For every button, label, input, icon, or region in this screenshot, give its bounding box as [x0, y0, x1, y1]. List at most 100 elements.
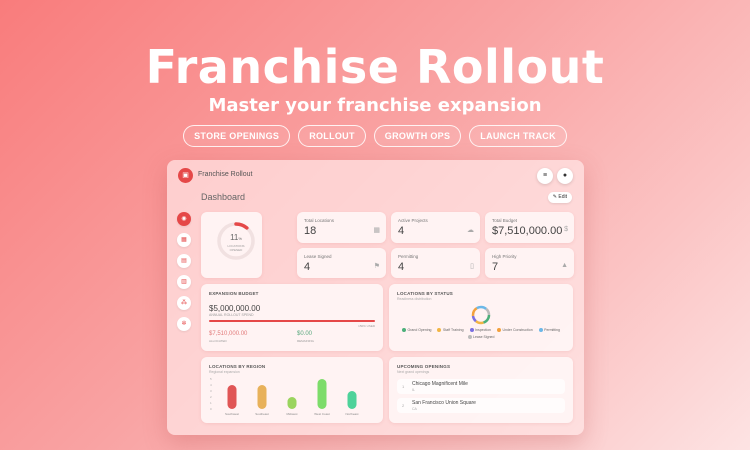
- stat-card-lease-signed: Lease Signed 4 ⚑: [297, 248, 386, 278]
- opening-meta: CA: [412, 407, 417, 411]
- sidebar-item-dashboard[interactable]: ◉: [177, 212, 191, 226]
- stat-value: $7,510,000.00: [492, 225, 563, 237]
- x-tick-label: Southwest: [225, 412, 239, 416]
- y-tick-label: 4: [210, 383, 212, 387]
- stat-value: 18: [304, 225, 317, 237]
- stat-value: 4: [398, 225, 405, 237]
- warning-icon: ▲: [561, 262, 568, 269]
- pill-growth-ops: GROWTH OPS: [373, 125, 462, 147]
- calendar-icon: ▦: [181, 237, 187, 243]
- y-tick-label: 0: [210, 407, 212, 411]
- opening-number: 2: [402, 403, 405, 408]
- feature-pills: STORE OPENINGS ROLLOUT GROWTH OPS LAUNCH…: [0, 125, 750, 147]
- x-tick-label: Southeast: [255, 412, 269, 416]
- stat-label: High Priority: [492, 254, 517, 259]
- sidebar: ◉ ▦ ▤ ▥ ⁂ ✲: [177, 212, 193, 338]
- bar: [317, 379, 327, 409]
- dashboard-icon: ◉: [181, 216, 187, 222]
- sidebar-item-calendar[interactable]: ▦: [177, 233, 191, 247]
- list-item[interactable]: 2 San Francisco Union Square CA: [397, 398, 565, 413]
- status-legend: Grand Opening Staff Training Inspection …: [399, 328, 563, 340]
- edit-label: Edit: [558, 194, 567, 200]
- hero-title: Franchise Rollout: [145, 40, 605, 94]
- locations-opened-card: 11% LOCATIONS OPENED: [201, 212, 262, 278]
- store-icon: ▣: [178, 168, 193, 183]
- allocated-value: $7,510,000.00: [209, 331, 248, 337]
- stat-value: 4: [398, 261, 405, 273]
- opening-number: 1: [402, 384, 405, 389]
- y-tick-label: 3: [210, 389, 212, 393]
- expansion-budget-card: EXPANSION BUDGET $5,000,000.00 ANNUAL RO…: [201, 284, 383, 351]
- y-tick-label: 5: [210, 377, 212, 381]
- sidebar-item-stores[interactable]: ▤: [177, 254, 191, 268]
- user-icon[interactable]: ●: [557, 168, 573, 184]
- upcoming-openings-card: UPCOMING OPENINGS Next grand openings 1 …: [389, 357, 573, 423]
- bar: [227, 385, 237, 409]
- legend-item: Under Construction: [497, 328, 533, 333]
- remaining-value: $0.00: [297, 331, 313, 337]
- legend-item: Staff Training: [437, 328, 464, 333]
- status-donut: [471, 305, 491, 325]
- stat-value: 7: [492, 261, 499, 273]
- stat-label: Total Budget: [492, 218, 518, 223]
- budget-progress-label: 150% USED: [358, 324, 375, 328]
- locations-by-region-card: LOCATIONS BY REGION Regional expansion 0…: [201, 357, 383, 423]
- stat-card-high-priority: High Priority 7 ▲: [485, 248, 574, 278]
- dollar-icon: $: [564, 226, 568, 233]
- stat-card-total-budget: Total Budget $7,510,000.00 $: [485, 212, 574, 243]
- status-heading: LOCATIONS BY STATUS: [397, 291, 453, 296]
- allocated-label: ALLOCATED: [209, 339, 227, 343]
- gauge-label: LOCATIONS OPENED: [227, 244, 245, 252]
- app-title: Franchise Rollout: [198, 171, 253, 178]
- opening-name: Chicago Magnificent Mile: [412, 381, 468, 387]
- edit-button[interactable]: ✎ Edit: [547, 192, 572, 203]
- stat-label: Active Projects: [398, 218, 428, 223]
- org-chart-icon: ⁂: [181, 300, 187, 306]
- pill-rollout: ROLLOUT: [298, 125, 366, 147]
- stat-label: Lease Signed: [304, 254, 332, 259]
- budget-amount-label: ANNUAL ROLLOUT SPEND: [209, 313, 254, 317]
- settings-icon: ✲: [181, 321, 187, 327]
- region-bar-chart: 0 1 2 3 4 5 Southwest Southeast Midwest West Coas…: [210, 377, 359, 416]
- app-window: ▣ Franchise Rollout ≡ ● Dashboard ✎ Edit…: [167, 160, 584, 435]
- stat-label: Permitting: [398, 254, 419, 259]
- bar: [347, 391, 357, 409]
- openings-subheading: Next grand openings: [397, 370, 430, 374]
- region-heading: LOCATIONS BY REGION: [209, 364, 266, 369]
- stat-label: Total Locations: [304, 218, 335, 223]
- budget-progress-fill: [209, 320, 375, 322]
- bar: [287, 397, 297, 409]
- progress-gauge: 11% LOCATIONS OPENED: [214, 219, 258, 263]
- pill-launch-track: LAUNCH TRACK: [469, 125, 567, 147]
- x-tick-label: Midwest: [286, 412, 297, 416]
- y-tick-label: 1: [210, 401, 212, 405]
- opening-meta: IL: [412, 388, 415, 392]
- calendar-icon: ▦: [373, 227, 380, 234]
- page-title: Dashboard: [201, 192, 246, 202]
- pill-store-openings: STORE OPENINGS: [183, 125, 291, 147]
- legend-item: Permitting: [538, 328, 560, 333]
- store-icon: ▤: [181, 258, 187, 264]
- legend-item: Inspection: [469, 328, 491, 333]
- stat-value: 4: [304, 261, 311, 273]
- x-tick-label: West Coast: [314, 412, 330, 416]
- menu-icon[interactable]: ≡: [537, 168, 553, 184]
- gauge-percent: 11%: [230, 233, 242, 242]
- pencil-icon: ✎: [552, 194, 557, 200]
- document-icon: ▯: [470, 263, 474, 270]
- building-icon: ▥: [181, 279, 187, 285]
- budget-amount: $5,000,000.00: [209, 304, 261, 313]
- sidebar-item-buildings[interactable]: ▥: [177, 275, 191, 289]
- legend-item: Grand Opening: [402, 328, 431, 333]
- stat-card-active-projects: Active Projects 4 ☁: [391, 212, 480, 243]
- list-item[interactable]: 1 Chicago Magnificent Mile IL: [397, 379, 565, 394]
- bar: [257, 385, 267, 409]
- sidebar-item-settings[interactable]: ✲: [177, 317, 191, 331]
- remaining-label: REMAINING: [297, 339, 315, 343]
- openings-heading: UPCOMING OPENINGS: [397, 364, 451, 369]
- status-subheading: Readiness distribution: [397, 297, 432, 301]
- sidebar-item-org[interactable]: ⁂: [177, 296, 191, 310]
- stat-card-permitting: Permitting 4 ▯: [391, 248, 480, 278]
- cloud-icon: ☁: [467, 227, 474, 234]
- stat-card-total-locations: Total Locations 18 ▦: [297, 212, 386, 243]
